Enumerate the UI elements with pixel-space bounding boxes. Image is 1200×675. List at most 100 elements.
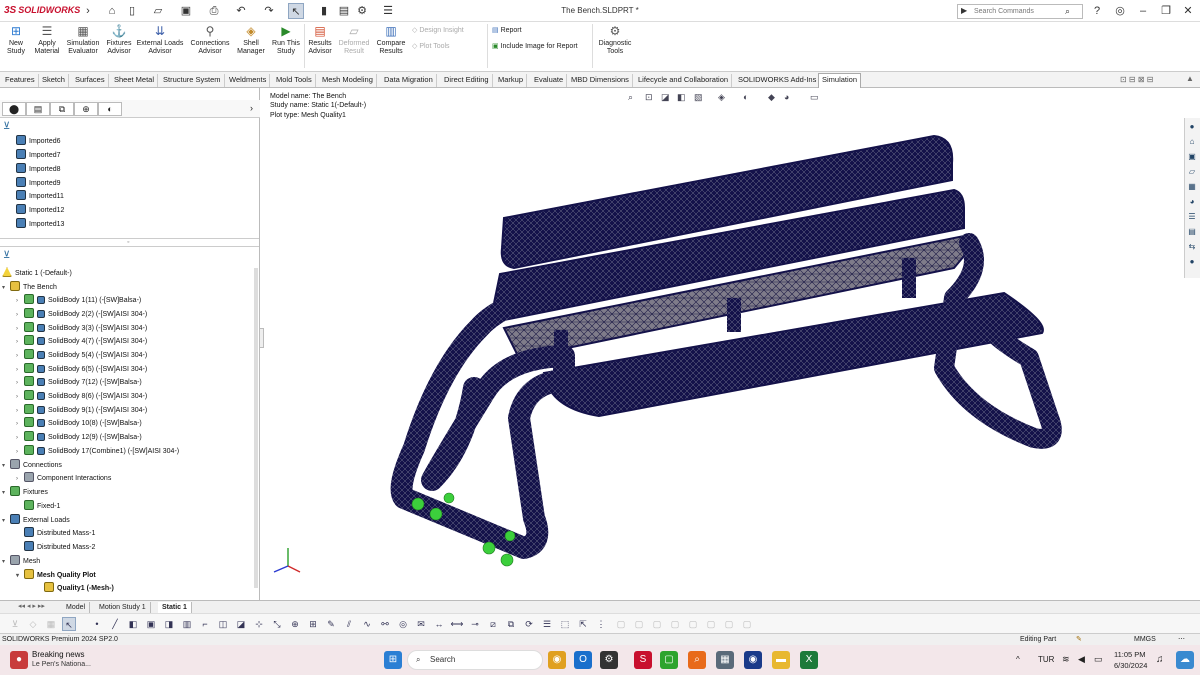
restore-icon[interactable]: ❐ xyxy=(1158,3,1174,19)
curve-icon[interactable]: ∿ xyxy=(360,617,374,631)
fixed-node[interactable]: Fixed-1 xyxy=(16,500,60,513)
appearances-icon[interactable]: ◕ xyxy=(1186,196,1198,208)
chrome-icon[interactable]: ◉ xyxy=(548,651,566,669)
new-study-button[interactable]: ⊞ New Study xyxy=(3,24,29,56)
outlook-icon[interactable]: O xyxy=(574,651,592,669)
collapse-icon[interactable]: ▲ xyxy=(1186,74,1194,83)
body-node[interactable]: › SolidBody 4(7) (-[SW]AISI 304-) xyxy=(16,335,147,348)
wifi-icon[interactable]: ≋ xyxy=(1062,654,1070,665)
select-icon[interactable]: ↖ xyxy=(62,617,76,631)
tree-item[interactable]: Imported11 xyxy=(16,190,64,203)
tab-lifecycle[interactable]: Lifecycle and Collaboration xyxy=(635,74,733,87)
beam-icon[interactable]: ▥ xyxy=(180,617,194,631)
split-line-icon[interactable]: ⫽ xyxy=(342,617,356,631)
display-style-icon[interactable]: ◐ xyxy=(743,92,748,102)
pinned-app-icon[interactable]: ▦ xyxy=(716,651,734,669)
expand-icon[interactable]: ▾ xyxy=(2,515,10,528)
body-node[interactable]: › SolidBody 10(8) (-[SW]Balsa-) xyxy=(16,417,142,430)
expand-icon[interactable]: ▾ xyxy=(2,487,10,500)
body-node[interactable]: › SolidBody 9(1) (-[SW]AISI 304-) xyxy=(16,404,147,417)
tab-direct-editing[interactable]: Direct Editing xyxy=(441,74,493,87)
taskbar-search-box[interactable]: ⌕ Search xyxy=(407,650,543,670)
tab-markup[interactable]: Markup xyxy=(495,74,528,87)
connections-advisor-button[interactable]: ⚲ Connections Advisor xyxy=(188,24,232,56)
zoom-area-icon[interactable]: ⊡ xyxy=(645,92,653,103)
load-node[interactable]: Distributed Mass-1 xyxy=(16,527,95,540)
news-icon[interactable]: ● xyxy=(10,651,28,669)
study-node[interactable]: Static 1 (-Default-) xyxy=(2,267,72,280)
tab-motion-study[interactable]: Motion Study 1 xyxy=(95,602,151,613)
disabled-tool-icon[interactable]: ▢ xyxy=(740,617,754,631)
point-icon[interactable]: ⊹ xyxy=(252,617,266,631)
help-icon[interactable]: ? xyxy=(1089,3,1105,19)
close-icon[interactable]: ✕ xyxy=(1180,3,1196,19)
tab-expand-icon[interactable]: ⊡ ⊟ ⊠ ⊟ xyxy=(1120,75,1153,84)
volume-icon[interactable]: ◨ xyxy=(162,617,176,631)
report-button[interactable]: ▤ Report xyxy=(492,26,522,34)
custom-properties-icon[interactable]: ☰ xyxy=(1186,211,1198,223)
tree-item[interactable]: Imported12 xyxy=(16,204,64,217)
search-icon[interactable]: ⌕ xyxy=(1065,6,1070,17)
language-indicator[interactable]: TUR xyxy=(1038,655,1054,664)
feature-manager-tab-icon[interactable]: ⬤ xyxy=(2,102,26,116)
tab-data-migration[interactable]: Data Migration xyxy=(381,74,437,87)
expand-icon[interactable]: ▾ xyxy=(2,460,10,473)
face-icon[interactable]: ◧ xyxy=(126,617,140,631)
grid-icon[interactable]: ▦ xyxy=(44,617,58,631)
body-node[interactable]: › SolidBody 6(5) (-[SW]AISI 304-) xyxy=(16,363,147,376)
compare-results-button[interactable]: ▥ Compare Results xyxy=(374,24,408,56)
home-icon[interactable]: ⌂ xyxy=(1186,136,1198,148)
part-node[interactable]: ▾ The Bench xyxy=(2,281,57,294)
solidworks-forum-icon[interactable]: ⇆ xyxy=(1186,241,1198,253)
news-title[interactable]: Breaking news xyxy=(32,650,84,659)
edge-icon[interactable]: ╱ xyxy=(108,617,122,631)
tree-item[interactable]: Imported6 xyxy=(16,135,61,148)
tab-surfaces[interactable]: Surfaces xyxy=(72,74,109,87)
section-view-icon[interactable]: ◧ xyxy=(677,92,686,103)
splitter-handle-icon[interactable]: ◦ xyxy=(127,239,129,246)
disabled-tool-icon[interactable]: ▢ xyxy=(704,617,718,631)
disabled-tool-icon[interactable]: ▢ xyxy=(686,617,700,631)
list-icon[interactable]: ☰ xyxy=(540,617,554,631)
tree-item[interactable]: Imported8 xyxy=(16,163,61,176)
tab-mold-tools[interactable]: Mold Tools xyxy=(273,74,316,87)
filter-icon[interactable]: ⊻ xyxy=(3,121,10,132)
external-loads-node[interactable]: ▾ External Loads xyxy=(2,514,70,527)
forum-icon[interactable]: ▤ xyxy=(1186,226,1198,238)
zoom-to-fit-icon[interactable]: ⌕ xyxy=(628,92,633,103)
mesh-plot-node[interactable]: ▾ Mesh Quality Plot xyxy=(16,569,96,582)
excel-icon[interactable]: X xyxy=(800,651,818,669)
fixtures-advisor-button[interactable]: ⚓ Fixtures Advisor xyxy=(104,24,134,56)
tab-evaluate[interactable]: Evaluate xyxy=(531,74,568,87)
fixtures-node[interactable]: ▾ Fixtures xyxy=(2,486,48,499)
clip-icon[interactable]: ⧄ xyxy=(486,617,500,631)
expand-icon[interactable]: ▾ xyxy=(16,570,24,583)
weather-icon[interactable]: ☁ xyxy=(1176,651,1194,669)
coordinate-icon[interactable]: ⊞ xyxy=(306,617,320,631)
mate-icon[interactable]: ⚯ xyxy=(378,617,392,631)
body-node[interactable]: › SolidBody 1(11) (-[SW]Balsa-) xyxy=(16,294,141,307)
tray-chevron-icon[interactable]: ^ xyxy=(1016,655,1020,664)
settings-icon[interactable]: ⚙ xyxy=(600,651,618,669)
component-interactions-node[interactable]: › Component Interactions xyxy=(16,472,111,485)
user-icon[interactable]: ◎ xyxy=(1112,3,1128,19)
simulation-evaluator-button[interactable]: ▦ Simulation Evaluator xyxy=(64,24,102,56)
plane-icon[interactable]: ◪ xyxy=(234,617,248,631)
solidworks-resources-icon[interactable]: ● xyxy=(1186,121,1198,133)
volume-icon[interactable]: ◀ xyxy=(1078,654,1085,665)
view-settings-icon[interactable]: ▭ xyxy=(810,92,819,103)
measure-icon[interactable]: ⟷ xyxy=(450,617,464,631)
dimxpert-manager-tab-icon[interactable]: ⊕ xyxy=(74,102,98,116)
mesh-node[interactable]: ▾ Mesh xyxy=(2,555,40,568)
tab-mesh-modeling[interactable]: Mesh Modeling xyxy=(319,74,377,87)
connections-node[interactable]: ▾ Connections xyxy=(2,459,62,472)
external-loads-advisor-button[interactable]: ⇊ External Loads Advisor xyxy=(136,24,184,56)
design-insight-button[interactable]: ◇ Design Insight xyxy=(412,26,464,34)
search-app-icon[interactable]: ⌕ xyxy=(688,651,706,669)
origin-icon[interactable]: ⊕ xyxy=(288,617,302,631)
clock-time[interactable]: 11:05 PM xyxy=(1114,650,1146,659)
appearance-icon[interactable]: ◆ xyxy=(768,92,775,103)
pinned-app-icon[interactable]: ◉ xyxy=(744,651,762,669)
include-image-for-report-button[interactable]: ▣ Include Image for Report xyxy=(492,42,578,50)
dimension-icon[interactable]: ↔ xyxy=(432,617,446,631)
